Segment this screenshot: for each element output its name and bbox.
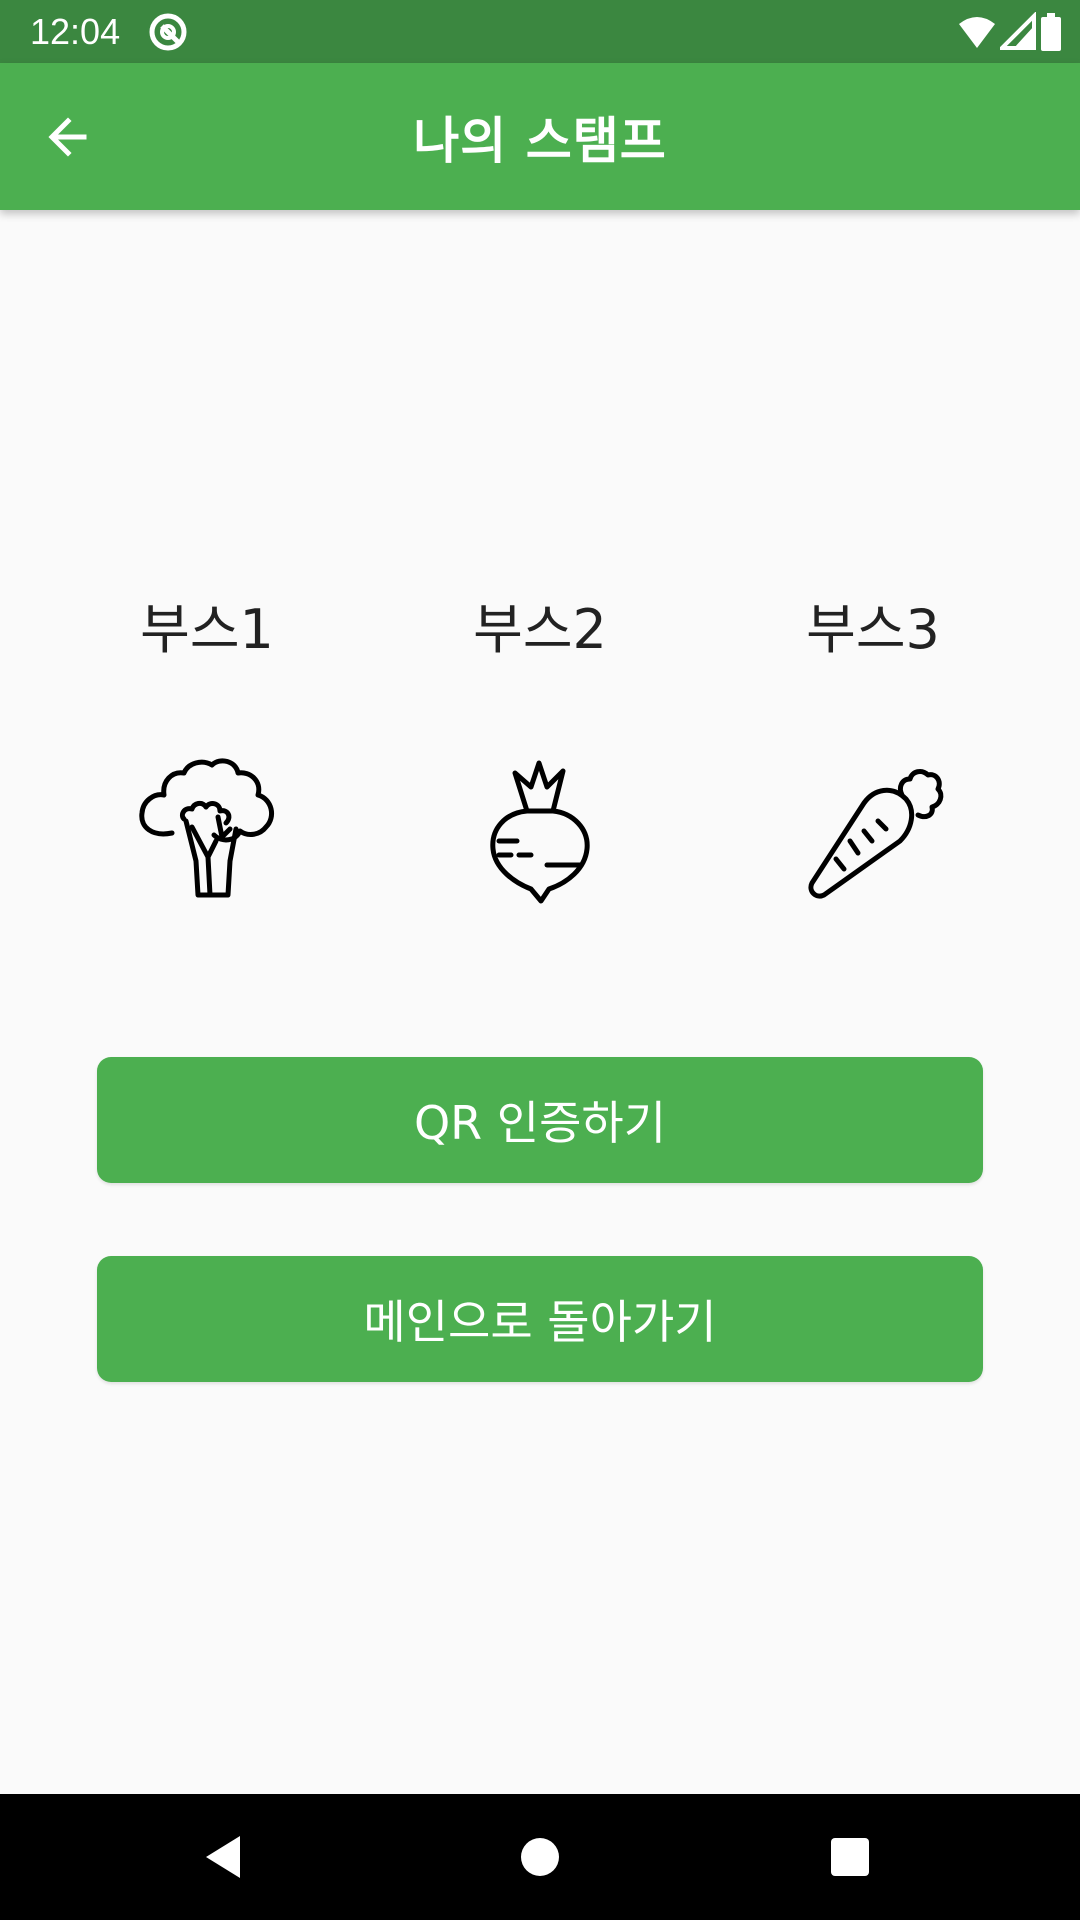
back-to-main-button[interactable]: 메인으로 돌아가기 (97, 1256, 983, 1382)
stamp-grid: 부스1 부스2 부스3 (0, 585, 1080, 985)
nav-recents-button[interactable] (815, 1822, 885, 1892)
app-notification-icon (148, 12, 188, 52)
navigation-bar (0, 1794, 1080, 1920)
nav-home-button[interactable] (505, 1822, 575, 1892)
nav-back-button[interactable] (190, 1822, 260, 1892)
radish-icon (455, 745, 625, 915)
page-title: 나의 스탬프 (413, 111, 667, 170)
status-bar: 12:04 (0, 0, 1080, 63)
status-time: 12:04 (30, 11, 121, 52)
circle-home-icon (521, 1838, 559, 1876)
booth-label: 부스2 (473, 598, 607, 661)
booth-label: 부스3 (806, 598, 940, 661)
triangle-back-icon (206, 1836, 240, 1878)
square-recents-icon (831, 1838, 869, 1876)
broccoli-icon (122, 745, 292, 915)
booth-1: 부스1 (107, 585, 307, 915)
carrot-icon (788, 745, 958, 915)
arrow-left-icon (48, 117, 87, 157)
booth-2: 부스2 (440, 585, 640, 915)
qr-verify-button[interactable]: QR 인증하기 (97, 1057, 983, 1183)
booth-label: 부스1 (140, 598, 274, 661)
booth-3: 부스3 (773, 585, 973, 915)
app-bar: 나의 스탬프 (0, 63, 1080, 210)
back-button[interactable] (36, 105, 100, 169)
